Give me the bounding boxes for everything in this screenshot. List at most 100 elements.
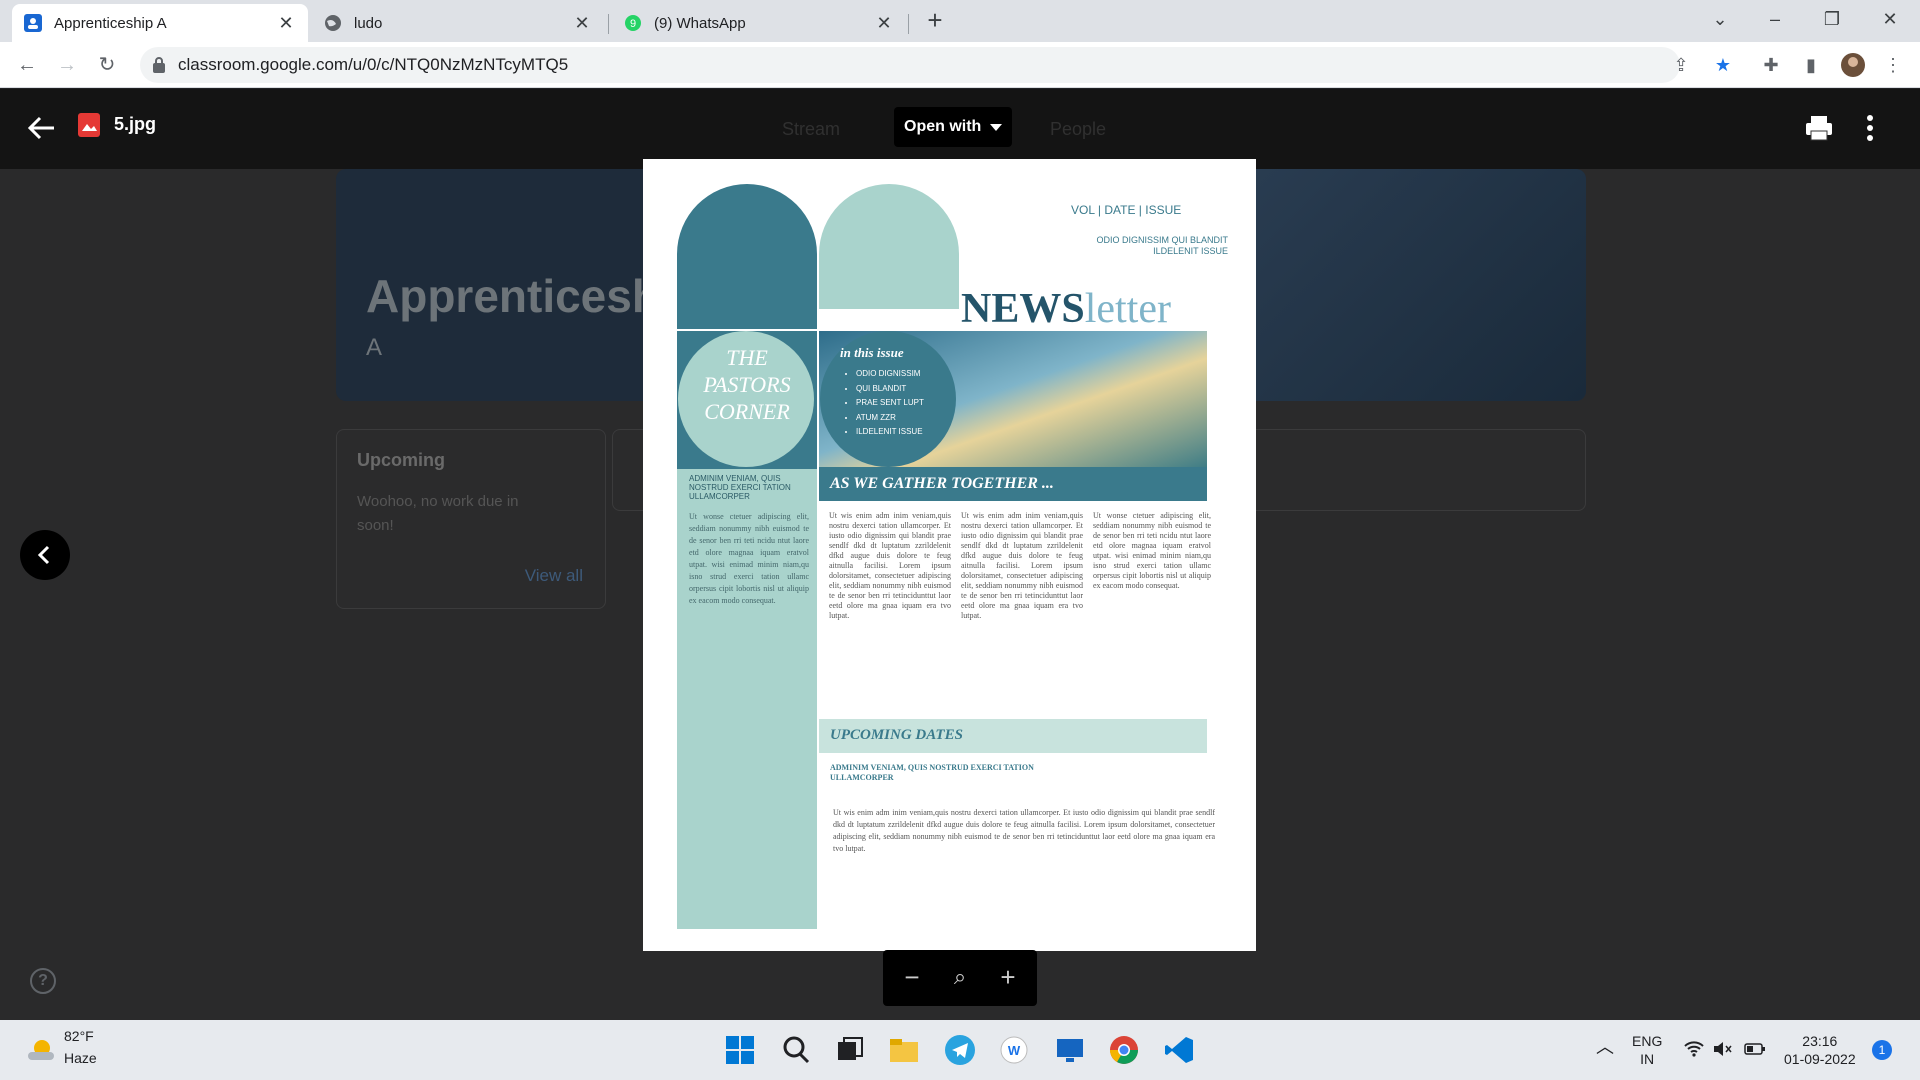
column-text: Ut wis enim adm inim veniam,quis nostru … (961, 511, 1083, 620)
tab-divider (608, 14, 609, 34)
view-all-link[interactable]: View all (525, 566, 583, 586)
close-tab-icon[interactable]: ✕ (572, 13, 592, 34)
issue-item: ODIO DIGNISSIM (856, 367, 924, 382)
bookmark-star-icon[interactable]: ★ (1710, 52, 1736, 78)
gather-heading: AS WE GATHER TOGETHER ... (830, 475, 1054, 492)
profile-avatar[interactable] (1840, 52, 1866, 78)
url-text: classroom.google.com/u/0/c/NTQ0NzMzNTcyM… (178, 55, 569, 74)
extensions-icon[interactable]: ✚ (1758, 52, 1784, 78)
upcoming-text: Ut wis enim adm inim veniam,quis nostru … (833, 808, 1215, 853)
weather-haze-icon[interactable] (24, 1034, 56, 1066)
left-caption: ADMINIM VENIAM, QUIS NOSTRUD EXERCI TATI… (689, 474, 791, 501)
zoom-in-icon[interactable]: + (993, 962, 1023, 992)
whatsapp-icon: 9 (624, 14, 642, 32)
language: ENG (1632, 1033, 1663, 1049)
column-text: Ut wonse ctetuer adipiscing elit, seddia… (1093, 511, 1211, 590)
previous-file-button[interactable] (20, 530, 70, 580)
upcoming-text: Woohoo, no work due in soon! (357, 493, 519, 534)
temperature: 82°F (64, 1028, 94, 1044)
chrome-icon[interactable] (1108, 1034, 1140, 1066)
issue-list: ODIO DIGNISSIM QUI BLANDIT PRAE SENT LUP… (856, 367, 924, 440)
svg-text:W: W (1008, 1043, 1021, 1058)
zoom-controls: − ⌕ + (883, 950, 1037, 1006)
side-panel-icon[interactable]: ▮ (1798, 52, 1824, 78)
battery-icon[interactable] (1744, 1040, 1766, 1062)
globe-icon (324, 14, 342, 32)
upcoming-dates-heading: UPCOMING DATES (830, 727, 963, 743)
tab-whatsapp[interactable]: 9 (9) WhatsApp ✕ (612, 4, 906, 42)
in-this-issue: in this issue (840, 345, 904, 360)
tab-title: Apprenticeship A (54, 14, 167, 32)
tab-divider (908, 14, 909, 34)
reload-icon[interactable]: ↻ (92, 50, 122, 80)
back-icon[interactable]: ← (12, 50, 42, 80)
weather-condition: Haze (64, 1050, 97, 1066)
telegram-icon[interactable] (944, 1034, 976, 1066)
time: 23:16 (1802, 1033, 1838, 1049)
app-icon[interactable]: W (998, 1034, 1030, 1066)
restore-icon[interactable]: ❐ (1812, 4, 1852, 34)
help-icon[interactable]: ? (30, 968, 56, 994)
upcoming-card: Upcoming Woohoo, no work due in soon! Vi… (336, 429, 606, 609)
pastors-corner: THE PASTORS CORNER (703, 345, 791, 424)
minimize-icon[interactable]: – (1755, 4, 1795, 34)
issue-item: QUI BLANDIT (856, 382, 924, 397)
file-explorer-icon[interactable] (888, 1034, 920, 1066)
search-icon[interactable] (780, 1034, 812, 1066)
svg-text:9: 9 (630, 18, 636, 30)
image-file-icon (78, 113, 100, 137)
tab-title: ludo (354, 14, 383, 32)
title-light: letter (1084, 286, 1171, 332)
tab-search-icon[interactable]: ⌄ (1700, 4, 1740, 34)
more-options-icon[interactable] (1860, 111, 1880, 145)
issue-item: ILDELENIT ISSUE (856, 425, 924, 440)
tab-strip: Apprenticeship A ✕ ludo ✕ 9 (9) WhatsApp… (0, 0, 1920, 42)
start-icon[interactable] (724, 1034, 756, 1066)
vscode-icon[interactable] (1164, 1034, 1196, 1066)
file-name: 5.jpg (114, 114, 157, 134)
windows-taskbar: 82°F Haze W ︿ ENG IN 23:16 01-09-2022 1 (0, 1020, 1920, 1080)
share-icon[interactable]: ⇪ (1668, 52, 1694, 78)
zoom-out-icon[interactable]: − (897, 962, 927, 992)
clock[interactable]: 23:16 01-09-2022 (1784, 1032, 1856, 1068)
lock-icon[interactable] (152, 56, 166, 74)
close-tab-icon[interactable]: ✕ (874, 13, 894, 34)
toolbar: ← → ↻ classroom.google.com/u/0/c/NTQ0NzM… (0, 42, 1920, 88)
zoom-icon[interactable]: ⌕ (945, 962, 975, 992)
language-indicator[interactable]: ENG IN (1632, 1032, 1662, 1068)
date: 01-09-2022 (1784, 1051, 1856, 1067)
header-subtitle: ODIO DIGNISSIM QUI BLANDIT ILDELENIT ISS… (1096, 235, 1228, 256)
class-title: Apprenticesh (366, 270, 660, 322)
show-hidden-icons[interactable]: ︿ (1596, 1038, 1614, 1056)
new-tab-button[interactable]: + (920, 6, 950, 36)
open-with-label: Open with (904, 118, 982, 135)
title-bold: NEWS (961, 286, 1085, 332)
address-bar[interactable]: classroom.google.com/u/0/c/NTQ0NzMzNTcyM… (140, 47, 1680, 83)
newsletter-title: NEWSletter (961, 285, 1171, 333)
upcoming-sub: ADMINIM VENIAM, QUIS NOSTRUD EXERCI TATI… (830, 763, 1034, 782)
forward-icon[interactable]: → (52, 50, 82, 80)
banner-illustration (1226, 169, 1586, 401)
close-window-icon[interactable]: ✕ (1870, 4, 1910, 34)
open-with-button[interactable]: Open with (894, 107, 1012, 147)
notification-badge[interactable]: 1 (1872, 1040, 1892, 1060)
newsletter-image: VOL | DATE | ISSUE ODIO DIGNISSIM QUI BL… (643, 159, 1256, 951)
monitor-app-icon[interactable] (1054, 1034, 1086, 1066)
close-tab-icon[interactable]: ✕ (276, 13, 296, 34)
caret-down-icon (990, 124, 1002, 131)
tab-ludo[interactable]: ludo ✕ (312, 4, 604, 42)
print-icon[interactable] (1804, 113, 1834, 143)
classroom-icon (24, 14, 42, 32)
region: IN (1640, 1051, 1655, 1067)
wifi-icon[interactable] (1684, 1040, 1704, 1062)
tab-apprenticeship[interactable]: Apprenticeship A ✕ (12, 4, 308, 42)
menu-kebab-icon[interactable]: ⋮ (1880, 52, 1906, 78)
viewer-header: 5.jpg Open with (0, 89, 1920, 169)
tab-title: (9) WhatsApp (654, 14, 746, 32)
volume-muted-icon[interactable] (1712, 1040, 1732, 1062)
issue-item: ATUM ZZR (856, 411, 924, 426)
header-meta: VOL | DATE | ISSUE (1071, 203, 1182, 217)
back-arrow-icon[interactable] (24, 111, 58, 145)
task-view-icon[interactable] (834, 1034, 866, 1066)
class-section: A (366, 334, 383, 361)
